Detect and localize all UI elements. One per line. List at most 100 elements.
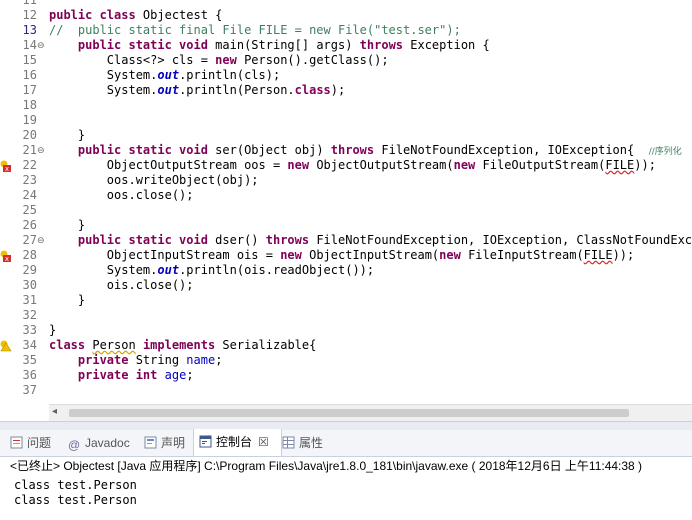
code-text: }	[49, 293, 86, 307]
code-line[interactable]: x 28 ObjectInputStream ois = new ObjectIn…	[0, 248, 692, 263]
line-number: 11	[22, 0, 37, 7]
code-text: class Person implements Serializable{	[49, 338, 317, 352]
code-line[interactable]: 32	[0, 308, 692, 323]
line-number: 26	[22, 218, 37, 232]
line-number: 37	[22, 383, 37, 397]
line-number: 15	[22, 53, 37, 67]
code-line[interactable]: 29 System.out.println(ois.readObject());	[0, 263, 692, 278]
fold-toggle-icon[interactable]: ⊖	[37, 234, 45, 249]
code-line[interactable]: 31 }	[0, 293, 692, 308]
line-number: 22	[22, 158, 37, 172]
tab-declaration[interactable]: 声明	[144, 430, 185, 456]
properties-icon	[282, 432, 295, 449]
code-line[interactable]: 30 ois.close();	[0, 278, 692, 293]
code-line[interactable]: 26 }	[0, 218, 692, 233]
scrollbar-thumb[interactable]	[69, 409, 629, 417]
line-number: 35	[22, 353, 37, 367]
code-text: private String name;	[77, 353, 223, 367]
code-line[interactable]: 13 // public static final File FILE = new…	[0, 23, 692, 38]
line-number: 27	[22, 233, 37, 247]
tab-properties[interactable]: 属性	[282, 430, 323, 456]
tab-problems-label: 问题	[27, 436, 52, 450]
code-text: }	[49, 323, 57, 337]
console-icon	[199, 431, 212, 448]
scroll-left-icon[interactable]: ◂	[52, 406, 57, 417]
console-output-line: class test.Person	[14, 493, 137, 507]
line-number: 34	[22, 338, 37, 352]
fold-toggle-icon[interactable]: ⊖	[37, 144, 45, 159]
code-text: public class Objectest {	[49, 8, 223, 22]
declaration-icon	[144, 432, 157, 449]
problems-icon	[10, 432, 23, 449]
code-text: // public static final File FILE = new F…	[49, 23, 461, 37]
line-number: 30	[22, 278, 37, 292]
code-editor[interactable]: 11 12 public class Objectest { 13 // public …	[0, 0, 692, 404]
code-line[interactable]: 12 public class Objectest {	[0, 8, 692, 23]
code-line[interactable]: 24 oos.close();	[0, 188, 692, 203]
code-text: ObjectInputStream ois = new ObjectInputS…	[49, 248, 635, 262]
code-text: public static void main(String[] args) t…	[77, 38, 490, 52]
code-text: System.out.println(cls);	[49, 68, 281, 82]
code-text: private int age;	[77, 368, 194, 382]
line-number: 36	[22, 368, 37, 382]
bottom-view-tabs: 问题 @ Javadoc 声明 控制台 ☒ 属性	[0, 429, 692, 457]
code-line[interactable]: 23 oos.writeObject(obj);	[0, 173, 692, 188]
tab-problems[interactable]: 问题	[10, 430, 51, 456]
code-line[interactable]: 15 Class<?> cls = new Person().getClass(…	[0, 53, 692, 68]
code-text: public static void dser() throws FileNot…	[77, 233, 692, 247]
code-line[interactable]: 34 class Person implements Serializable{	[0, 338, 692, 353]
horizontal-scrollbar[interactable]: ◂	[49, 404, 692, 422]
line-number: 17	[22, 83, 37, 97]
at-icon: @	[68, 438, 81, 452]
line-number: 28	[22, 248, 37, 262]
line-number: 25	[22, 203, 37, 217]
fold-toggle-icon[interactable]: ⊖	[37, 39, 45, 54]
line-number: 14	[22, 38, 37, 52]
line-number: 24	[22, 188, 37, 202]
tab-console-label: 控制台	[216, 435, 253, 449]
line-number: 13	[22, 23, 37, 37]
code-line[interactable]: 33}	[0, 323, 692, 338]
code-text: oos.close();	[49, 188, 194, 202]
line-number: 21	[22, 143, 37, 157]
code-text: }	[49, 128, 86, 142]
code-line[interactable]: 35 private String name;	[0, 353, 692, 368]
code-text: }	[49, 218, 86, 232]
code-line[interactable]: 21 ⊖ public static void ser(Object obj) t…	[0, 143, 692, 158]
code-line[interactable]: 37	[0, 383, 692, 398]
code-line[interactable]: 36 private int age;	[0, 368, 692, 383]
code-line[interactable]: 20 }	[0, 128, 692, 143]
line-number: 16	[22, 68, 37, 82]
code-line[interactable]: 17 System.out.println(Person.class);	[0, 83, 692, 98]
tab-declaration-label: 声明	[161, 436, 186, 450]
tab-properties-label: 属性	[299, 436, 324, 450]
code-line[interactable]: 14 ⊖ public static void main(String[] arg…	[0, 38, 692, 53]
code-text: System.out.println(Person.class);	[49, 83, 346, 97]
line-number: 32	[22, 308, 37, 322]
code-text: oos.writeObject(obj);	[49, 173, 259, 187]
tab-console[interactable]: 控制台 ☒	[193, 429, 282, 456]
code-text: Class<?> cls = new Person().getClass();	[49, 53, 389, 67]
code-line[interactable]: 16 System.out.println(cls);	[0, 68, 692, 83]
code-text: System.out.println(ois.readObject());	[49, 263, 375, 277]
close-icon[interactable]: ☒	[258, 435, 269, 449]
line-number: 29	[22, 263, 37, 277]
code-line[interactable]: 18	[0, 98, 692, 113]
code-text: ObjectOutputStream oos = new ObjectOutpu…	[49, 158, 656, 172]
code-text: ois.close();	[49, 278, 194, 292]
code-line[interactable]: 19	[0, 113, 692, 128]
line-number: 12	[22, 8, 37, 22]
line-number: 18	[22, 98, 37, 112]
tab-javadoc[interactable]: @ Javadoc	[68, 430, 130, 456]
line-number: 31	[22, 293, 37, 307]
code-line[interactable]: 27 ⊖ public static void dser() throws Fil…	[0, 233, 692, 248]
console-output-line: class test.Person	[14, 478, 137, 492]
console-status-header: <已终止> Objectest [Java 应用程序] C:\Program F…	[10, 459, 643, 473]
code-line[interactable]: 25	[0, 203, 692, 218]
tab-javadoc-label: Javadoc	[85, 436, 130, 450]
code-line[interactable]: 11	[0, 0, 692, 8]
line-number: 19	[22, 113, 37, 127]
line-number: 23	[22, 173, 37, 187]
line-number: 20	[22, 128, 37, 142]
code-line[interactable]: x 22 ObjectOutputStream oos = new ObjectO…	[0, 158, 692, 173]
